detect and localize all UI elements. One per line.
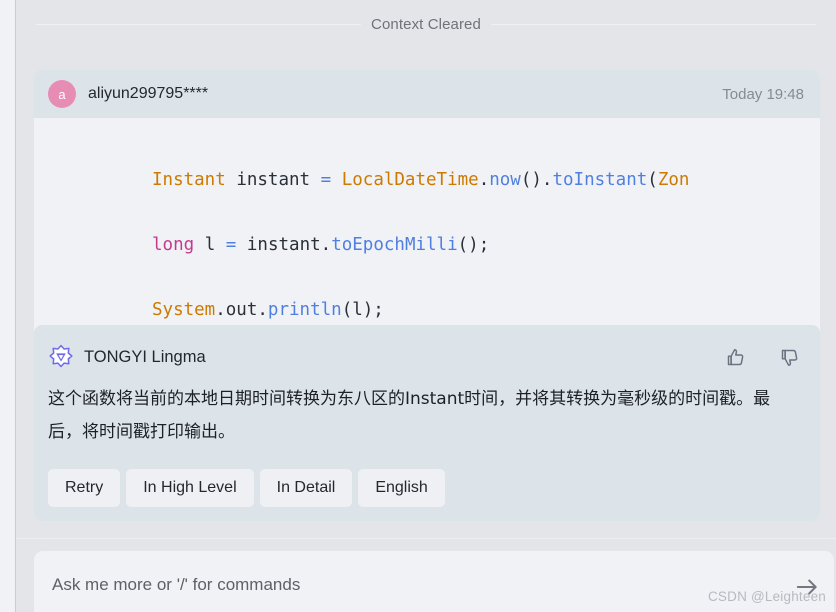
chat-input[interactable] [34, 551, 734, 595]
assistant-message-header: TONGYI Lingma [34, 335, 820, 379]
thumbs-down-icon[interactable] [778, 346, 800, 368]
send-arrow-icon[interactable] [790, 570, 824, 604]
user-message-header: a aliyun299795**** Today 19:48 [34, 70, 820, 118]
tongyi-lingma-logo-icon [48, 344, 74, 370]
assistant-feedback-actions [724, 346, 800, 368]
code-line: System.out.println(l); [152, 300, 384, 320]
chat-column: Context Cleared a aliyun299795**** Today… [16, 0, 836, 612]
suggestion-in-high-level-button[interactable]: In High Level [126, 469, 254, 507]
suggestion-retry-button[interactable]: Retry [48, 469, 121, 507]
suggestion-buttons: Retry In High Level In Detail English [34, 457, 820, 521]
suggestion-english-button[interactable]: English [358, 469, 445, 507]
user-name: aliyun299795**** [88, 85, 209, 102]
assistant-response-text: 这个函数将当前的本地日期时间转换为东八区的Instant时间，并将其转换为毫秒级… [48, 389, 771, 442]
context-cleared-label: Context Cleared [371, 15, 481, 33]
code-line: Instant instant = LocalDateTime.now().to… [152, 170, 690, 190]
composer[interactable] [34, 551, 834, 612]
lingma-chat-panel: Context Cleared a aliyun299795**** Today… [0, 0, 836, 612]
code-line: long l = instant.toEpochMilli(); [152, 235, 490, 255]
composer-separator [16, 538, 836, 539]
left-gutter [0, 0, 15, 612]
thumbs-up-icon[interactable] [724, 346, 746, 368]
suggestion-in-detail-button[interactable]: In Detail [259, 469, 353, 507]
assistant-name: TONGYI Lingma [84, 347, 206, 366]
divider-line-right [490, 23, 816, 25]
message-timestamp: Today 19:48 [722, 85, 804, 103]
divider-line-left [36, 23, 362, 25]
avatar: a [48, 80, 76, 108]
context-cleared-divider: Context Cleared [16, 10, 836, 38]
assistant-message: TONGYI Lingma 这个函数将当前的本地日期时间转换为东八区的Insta… [34, 325, 820, 521]
